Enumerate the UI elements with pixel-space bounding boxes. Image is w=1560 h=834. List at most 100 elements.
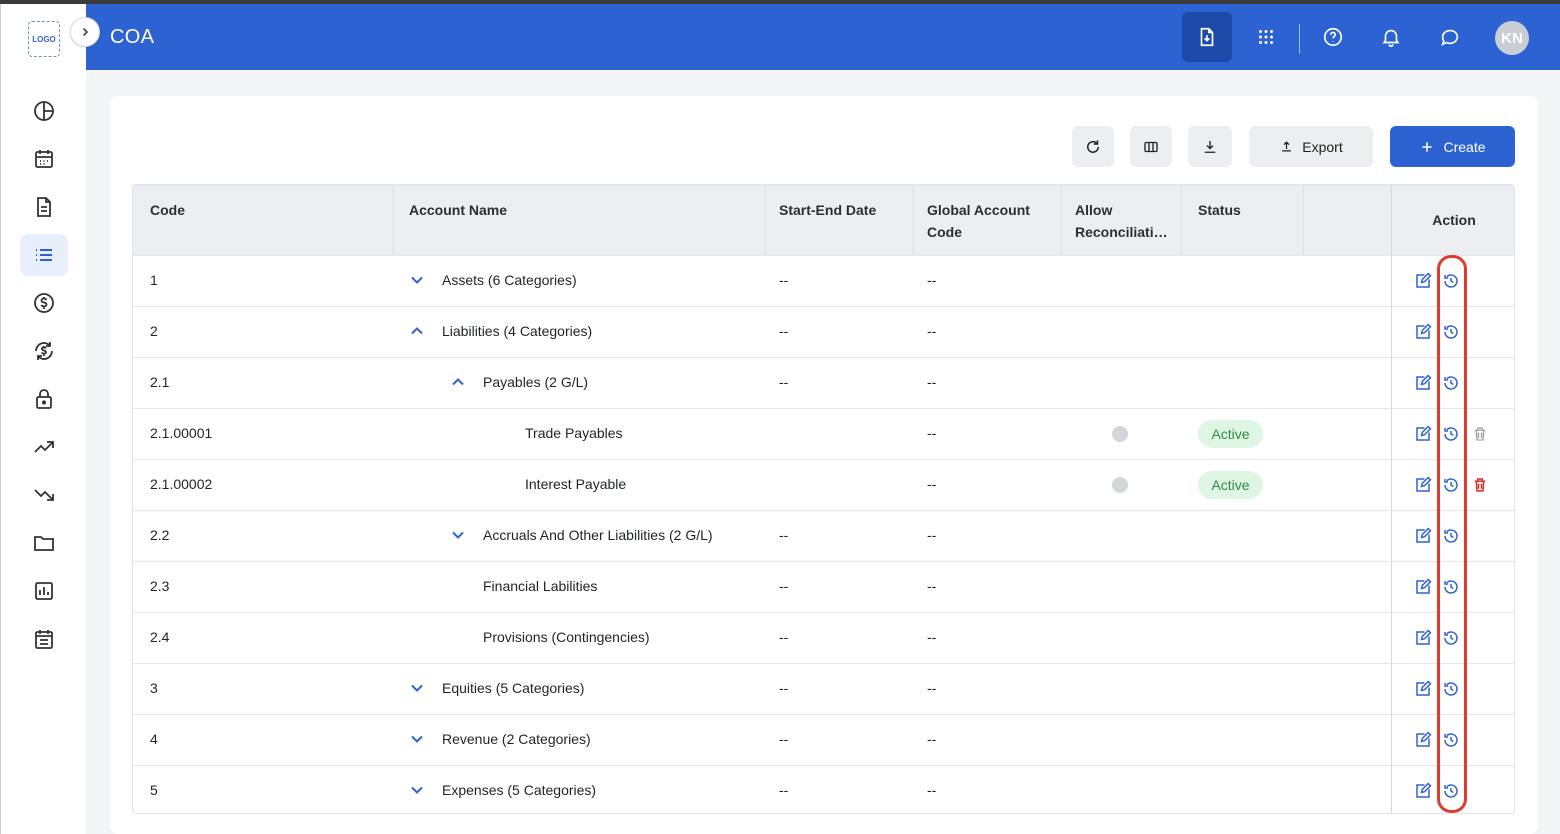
columns-button[interactable] (1130, 126, 1172, 167)
chevron-down-icon[interactable] (450, 527, 466, 543)
apps-button[interactable] (1241, 12, 1291, 62)
column-separator[interactable] (913, 185, 914, 255)
chat-button[interactable] (1425, 12, 1475, 62)
cell-account-name: Expenses (5 Categories) (442, 782, 597, 798)
file-download-button[interactable] (1182, 12, 1232, 62)
table-row[interactable]: 2.1.00001 Trade Payables -- Active (133, 408, 1391, 459)
col-header-start-end-date[interactable]: Start-End Date (779, 199, 876, 221)
col-header-code[interactable]: Code (150, 199, 185, 221)
row-actions (1392, 255, 1514, 306)
table-row[interactable]: 2.3 Financial Labilities -- -- (133, 561, 1391, 612)
col-header-action: Action (1392, 185, 1514, 255)
sidebar-item-trending-down[interactable] (20, 474, 68, 516)
delete-icon[interactable] (1471, 425, 1489, 443)
history-icon[interactable] (1442, 782, 1460, 800)
download-button[interactable] (1188, 126, 1232, 167)
delete-icon[interactable] (1471, 476, 1489, 494)
chevron-right-icon (82, 27, 89, 37)
header-divider (1299, 24, 1300, 54)
row-actions (1392, 714, 1514, 765)
user-avatar[interactable]: KN (1495, 21, 1529, 55)
row-actions (1392, 408, 1514, 459)
chevron-down-icon[interactable] (409, 680, 425, 696)
cell-global-code: -- (927, 476, 937, 492)
edit-icon[interactable] (1414, 323, 1432, 341)
sidebar-item-dashboard[interactable] (20, 90, 68, 132)
table-row[interactable]: 5 Expenses (5 Categories) -- -- (133, 765, 1391, 813)
table-row[interactable]: 2 Liabilities (4 Categories) -- -- (133, 306, 1391, 357)
column-separator[interactable] (1061, 185, 1062, 255)
table-row[interactable]: 2.4 Provisions (Contingencies) -- -- (133, 612, 1391, 663)
sidebar-item-coa[interactable] (20, 234, 68, 276)
row-actions (1392, 357, 1514, 408)
sidebar-item-notes[interactable] (20, 618, 68, 660)
edit-icon[interactable] (1414, 782, 1432, 800)
table-row[interactable]: 1 Assets (6 Categories) -- -- (133, 255, 1391, 306)
apps-grid-icon (1259, 30, 1273, 44)
chevron-down-icon[interactable] (409, 272, 425, 288)
edit-icon[interactable] (1414, 731, 1432, 749)
row-actions (1392, 459, 1514, 510)
sidebar-item-exchange[interactable] (20, 330, 68, 372)
cell-code: 2.1 (150, 374, 170, 390)
chevron-down-icon[interactable] (409, 782, 425, 798)
column-separator[interactable] (393, 185, 394, 255)
column-separator[interactable] (1181, 185, 1182, 255)
col-header-account-name[interactable]: Account Name (409, 199, 507, 221)
sidebar-item-calendar[interactable] (20, 138, 68, 180)
col-header-status[interactable]: Status (1198, 199, 1241, 221)
chevron-up-icon[interactable] (409, 323, 425, 339)
edit-icon[interactable] (1414, 374, 1432, 392)
edit-icon[interactable] (1414, 272, 1432, 290)
cell-global-code: -- (927, 323, 937, 339)
sidebar-item-documents[interactable] (20, 186, 68, 228)
column-separator[interactable] (765, 185, 766, 255)
plus-icon (1422, 141, 1433, 152)
col-header-allow-reconciliation[interactable]: Allow Reconciliati… (1075, 199, 1168, 243)
chevron-down-icon[interactable] (409, 731, 425, 747)
sidebar-item-reports[interactable] (20, 570, 68, 612)
export-button[interactable]: Export (1249, 126, 1373, 167)
col-header-global-account-code[interactable]: Global Account Code (927, 199, 1030, 243)
cell-global-code: -- (927, 527, 937, 543)
history-icon[interactable] (1442, 425, 1460, 443)
table-row[interactable]: 3 Equities (5 Categories) -- -- (133, 663, 1391, 714)
table-header: Code Account Name Start-End Date Global … (133, 185, 1514, 255)
sidebar-item-trending-up[interactable] (20, 426, 68, 468)
history-icon[interactable] (1442, 680, 1460, 698)
table-row[interactable]: 2.1.00002 Interest Payable -- Active (133, 459, 1391, 510)
row-actions (1392, 612, 1514, 663)
history-icon[interactable] (1442, 629, 1460, 647)
table-row[interactable]: 4 Revenue (2 Categories) -- -- (133, 714, 1391, 765)
sidebar: LOGO (0, 4, 86, 834)
edit-icon[interactable] (1414, 527, 1432, 545)
main-card: Export Create Code Account Name Start-En… (110, 96, 1538, 834)
column-separator[interactable] (1303, 185, 1304, 255)
edit-icon[interactable] (1414, 476, 1432, 494)
history-icon[interactable] (1442, 731, 1460, 749)
edit-icon[interactable] (1414, 578, 1432, 596)
trending-up-icon (34, 441, 54, 453)
history-icon[interactable] (1442, 476, 1460, 494)
history-icon[interactable] (1442, 323, 1460, 341)
sidebar-item-lock[interactable] (20, 378, 68, 420)
sidebar-expand-button[interactable] (70, 17, 100, 47)
history-icon[interactable] (1442, 527, 1460, 545)
notifications-button[interactable] (1366, 12, 1416, 62)
history-icon[interactable] (1442, 374, 1460, 392)
download-icon (1204, 140, 1216, 153)
help-button[interactable] (1308, 12, 1358, 62)
edit-icon[interactable] (1414, 680, 1432, 698)
sidebar-item-payments[interactable] (20, 282, 68, 324)
table-row[interactable]: 2.1 Payables (2 G/L) -- -- (133, 357, 1391, 408)
edit-icon[interactable] (1414, 425, 1432, 443)
edit-icon[interactable] (1414, 629, 1432, 647)
create-button[interactable]: Create (1390, 126, 1515, 167)
history-icon[interactable] (1442, 272, 1460, 290)
table-row[interactable]: 2.2 Accruals And Other Liabilities (2 G/… (133, 510, 1391, 561)
cell-code: 1 (150, 272, 158, 288)
history-icon[interactable] (1442, 578, 1460, 596)
sidebar-item-folder[interactable] (20, 522, 68, 564)
refresh-button[interactable] (1072, 126, 1114, 167)
chevron-up-icon[interactable] (450, 374, 466, 390)
